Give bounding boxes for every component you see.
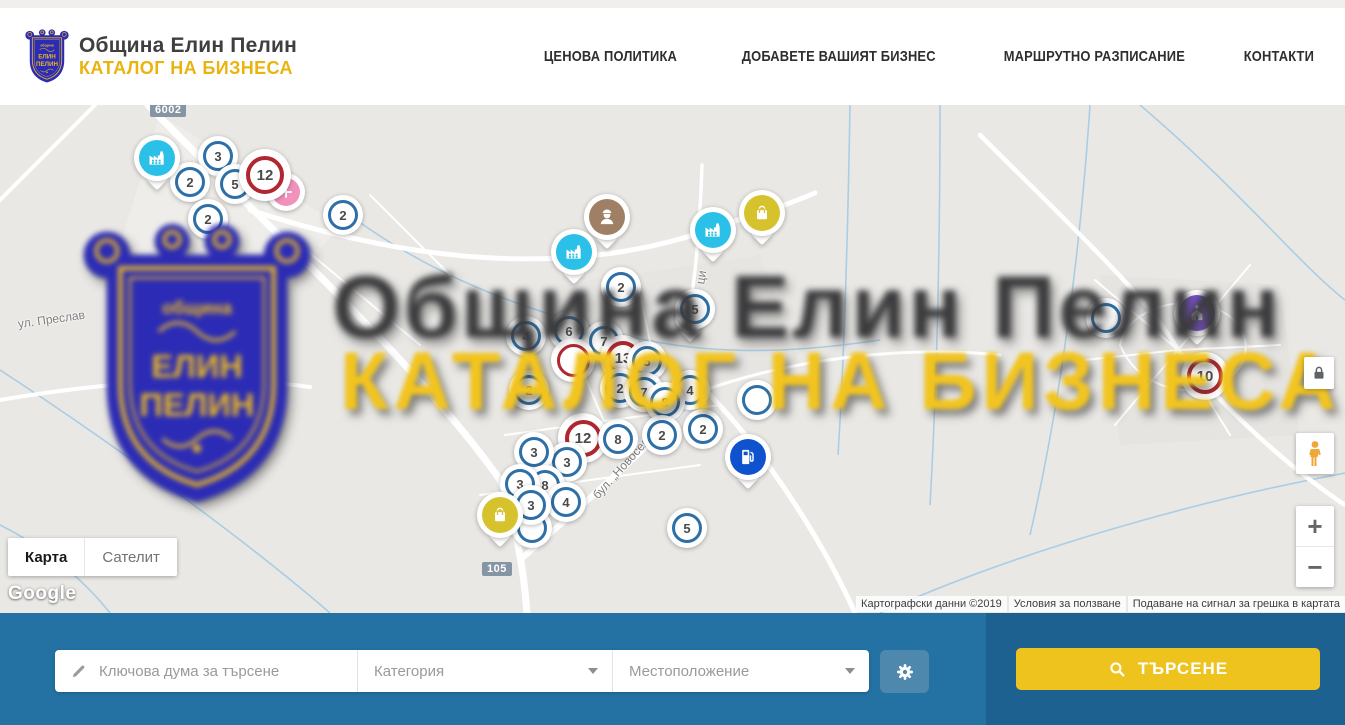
map-marker-cluster[interactable]: 2 [509,370,549,410]
keyword-input[interactable] [97,662,357,681]
map-marker-cluster[interactable]: 5 [667,508,707,548]
zoom-out-button[interactable]: − [1296,547,1334,587]
factory-icon [139,140,175,176]
map-marker-cluster[interactable]: 8 [598,419,638,459]
main-nav: ЦЕНОВА ПОЛИТИКА ДОБАВЕТЕ ВАШИЯТ БИЗНЕС М… [533,48,1320,65]
brand[interactable]: община ЕЛИН ПЕЛИН Община Елин Пелин КАТА… [25,29,297,84]
street-view-pegman[interactable] [1296,433,1334,474]
zoom-in-button[interactable]: + [1296,506,1334,547]
attribution-copyright: Картографски данни ©2019 [856,596,1007,612]
map-marker-cluster[interactable] [737,380,777,420]
location-dropdown-value: Местоположение [629,663,749,680]
pencil-icon [70,663,87,680]
attribution-terms-link[interactable]: Условия за ползване [1009,596,1126,612]
category-dropdown-value: Категория [374,663,444,680]
chevron-down-icon [845,668,855,674]
factory-icon [556,234,592,270]
nav-add-your-business[interactable]: ДОБАВЕТЕ ВАШИЯТ БИЗНЕС [742,48,936,65]
worker-icon [589,199,625,235]
svg-text:община: община [40,44,53,48]
search-icon [1108,660,1127,679]
map-marker-pin-church[interactable] [1174,290,1220,336]
lock-icon [1310,364,1328,382]
search-bar: Категория Местоположение [0,613,1345,725]
map-marker-pin-bag[interactable] [477,492,523,538]
map-attribution: Картографски данни ©2019 Условия за полз… [856,596,1345,612]
map-marker-cluster[interactable]: 12 [239,149,291,201]
google-logo[interactable]: Google [8,583,76,605]
nav-route-schedule[interactable]: МАРШРУТНО РАЗПИСАНИЕ [1004,48,1185,65]
map-marker-pin-factory[interactable] [690,207,736,253]
map-markers-layer: 3251222256471352274812822338343510 [0,105,1345,613]
category-dropdown[interactable]: Категория [357,650,612,692]
search-action-panel: ТЪРСЕНЕ [986,613,1345,725]
map-marker-pin-bag[interactable] [739,190,785,236]
site-subtitle: КАТАЛОГ НА БИЗНЕСА [79,58,297,79]
factory-icon [695,212,731,248]
fuel-icon [730,439,766,475]
map-marker-cluster[interactable]: 2 [683,409,723,449]
map-marker-cluster[interactable]: 4 [546,482,586,522]
map-canvas[interactable]: 6002105ул. Преславбул. „Новоселци 325122… [0,105,1345,613]
search-button-label: ТЪРСЕНЕ [1138,659,1228,679]
map-marker-pin-factory[interactable] [134,135,180,181]
page: община ЕЛИН ПЕЛИН Община Елин Пелин КАТА… [0,0,1345,725]
bag-icon [744,195,780,231]
map-type-control: Карта Сателит [8,538,177,576]
map-marker-pin-fuel[interactable] [725,434,771,480]
pegman-icon [1303,440,1327,468]
map-marker-pin-factory[interactable] [551,229,597,275]
map-marker-cluster[interactable]: 5 [675,289,715,329]
map-marker-cluster[interactable] [551,338,595,382]
map-marker-cluster[interactable]: 2 [188,199,228,239]
zoom-control: + − [1296,506,1334,587]
map-marker-cluster[interactable] [1086,298,1126,338]
church-icon [1179,295,1215,331]
map-marker-cluster[interactable]: 4 [506,316,546,356]
map-type-map-button[interactable]: Карта [8,538,84,576]
search-fields: Категория Местоположение [55,650,869,692]
site-title: Община Елин Пелин [79,34,297,58]
gear-icon [895,662,915,682]
municipality-crest-logo: община ЕЛИН ПЕЛИН [25,29,69,84]
nav-pricing-policy[interactable]: ЦЕНОВА ПОЛИТИКА [544,48,677,65]
bag-icon [482,497,518,533]
attribution-report-error-link[interactable]: Подаване на сигнал за грешка в картата [1128,596,1345,612]
svg-text:ЕЛИН: ЕЛИН [38,54,56,61]
chevron-down-icon [588,668,598,674]
map-marker-cluster[interactable]: 2 [601,267,641,307]
svg-text:ПЕЛИН: ПЕЛИН [36,61,58,68]
map-marker-cluster[interactable]: 10 [1181,352,1229,400]
nav-contacts[interactable]: КОНТАКТИ [1244,48,1314,65]
advanced-search-button[interactable] [880,650,929,693]
header: община ЕЛИН ПЕЛИН Община Елин Пелин КАТА… [0,8,1345,105]
search-button[interactable]: ТЪРСЕНЕ [1016,648,1320,690]
top-strip [0,0,1345,8]
map-lock-control[interactable] [1304,357,1334,389]
map-marker-cluster[interactable]: 2 [642,415,682,455]
map-marker-pin-worker[interactable] [584,194,630,240]
keyword-field[interactable] [55,650,357,692]
location-dropdown[interactable]: Местоположение [612,650,869,692]
map-marker-cluster[interactable]: 2 [323,195,363,235]
map-type-satellite-button[interactable]: Сателит [84,538,177,576]
brand-text: Община Елин Пелин КАТАЛОГ НА БИЗНЕСА [79,34,297,79]
